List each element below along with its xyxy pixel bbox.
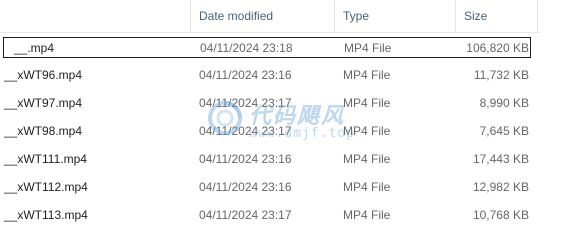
file-date-modified: 04/11/2024 23:16 <box>199 152 292 166</box>
column-header-type[interactable]: Type <box>343 9 369 23</box>
file-size: 11,732 KB <box>473 68 529 82</box>
file-size: 10,768 KB <box>472 208 529 222</box>
column-header-row: Date modified Type Size <box>0 0 540 33</box>
column-divider[interactable] <box>334 0 335 32</box>
file-explorer-details-view: Date modified Type Size __.mp4 04/11/202… <box>0 0 565 250</box>
file-type: MP4 File <box>343 68 391 82</box>
file-size: 8,990 KB <box>479 96 529 110</box>
file-type: MP4 File <box>343 208 391 222</box>
file-name: __xWT97.mp4 <box>4 96 83 110</box>
file-date-modified: 04/11/2024 23:17 <box>199 96 292 110</box>
file-name: __xWT113.mp4 <box>4 208 88 222</box>
file-name: __xWT98.mp4 <box>4 124 83 138</box>
file-size: 7,645 KB <box>479 124 529 138</box>
file-type: MP4 File <box>343 152 391 166</box>
file-name: __.mp4 <box>14 41 55 55</box>
file-name: __xWT96.mp4 <box>4 68 83 82</box>
file-size: 12,982 KB <box>472 180 529 194</box>
file-date-modified: 04/11/2024 23:17 <box>199 124 292 138</box>
column-divider[interactable] <box>455 0 456 32</box>
file-date-modified: 04/11/2024 23:18 <box>200 41 293 55</box>
file-size: 106,820 KB <box>466 41 529 55</box>
column-divider[interactable] <box>190 0 191 32</box>
file-row[interactable]: __xWT111.mp4 04/11/2024 23:16 MP4 File 1… <box>0 149 533 170</box>
file-type: MP4 File <box>343 124 391 138</box>
file-type: MP4 File <box>344 41 392 55</box>
file-row[interactable]: __xWT97.mp4 04/11/2024 23:17 MP4 File 8,… <box>0 93 533 114</box>
file-date-modified: 04/11/2024 23:16 <box>199 68 292 82</box>
file-date-modified: 04/11/2024 23:16 <box>199 180 292 194</box>
column-header-size[interactable]: Size <box>464 9 487 23</box>
file-date-modified: 04/11/2024 23:17 <box>199 208 292 222</box>
file-row[interactable]: __.mp4 04/11/2024 23:18 MP4 File 106,820… <box>3 37 531 58</box>
file-row[interactable]: __xWT113.mp4 04/11/2024 23:17 MP4 File 1… <box>0 205 533 226</box>
file-type: MP4 File <box>343 180 391 194</box>
file-row[interactable]: __xWT112.mp4 04/11/2024 23:16 MP4 File 1… <box>0 177 533 198</box>
file-row[interactable]: __xWT96.mp4 04/11/2024 23:16 MP4 File 11… <box>0 65 533 86</box>
column-divider[interactable] <box>537 0 538 32</box>
column-header-date-modified[interactable]: Date modified <box>199 9 273 23</box>
file-type: MP4 File <box>343 96 391 110</box>
file-row[interactable]: __xWT98.mp4 04/11/2024 23:17 MP4 File 7,… <box>0 121 533 142</box>
file-size: 17,443 KB <box>472 152 529 166</box>
file-name: __xWT111.mp4 <box>4 152 87 166</box>
file-name: __xWT112.mp4 <box>4 180 88 194</box>
